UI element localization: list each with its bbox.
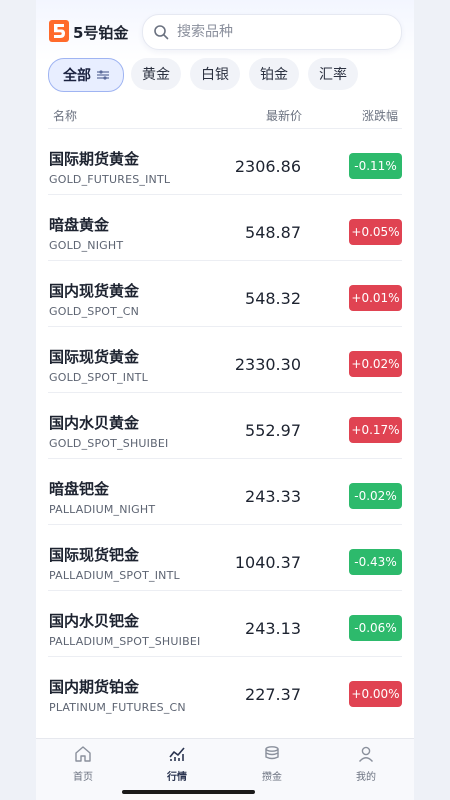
row-price: 227.37 xyxy=(245,685,301,704)
chip-exchange-rate[interactable]: 汇率 xyxy=(308,58,358,90)
row-code: GOLD_NIGHT xyxy=(49,239,124,252)
change-badge: -0.11% xyxy=(349,153,402,179)
change-badge: +0.00% xyxy=(349,681,402,707)
table-row[interactable]: 国际现货钯金 PALLADIUM_SPOT_INTL 1040.37 -0.43… xyxy=(48,524,402,591)
row-price: 548.32 xyxy=(245,289,301,308)
row-code: GOLD_SPOT_INTL xyxy=(49,371,148,384)
header-name: 名称 xyxy=(53,109,78,123)
change-badge: +0.01% xyxy=(349,285,402,311)
row-name: 国内水贝黄金 xyxy=(49,414,140,432)
tab-home[interactable]: 首页 xyxy=(43,745,123,789)
change-badge: +0.02% xyxy=(349,351,402,377)
table-row[interactable]: 国内水贝钯金 PALLADIUM_SPOT_SHUIBEI 243.13 -0.… xyxy=(48,590,402,657)
row-name: 国内现货黄金 xyxy=(49,282,140,300)
table-row[interactable]: 暗盘钯金 PALLADIUM_NIGHT 243.33 -0.02% xyxy=(48,458,402,525)
table-row[interactable]: 国内水贝黄金 GOLD_SPOT_SHUIBEI 552.97 +0.17% xyxy=(48,392,402,459)
brand-name: 5号铂金 xyxy=(73,24,129,42)
change-badge: -0.43% xyxy=(349,549,402,575)
brand-5-logo-icon xyxy=(49,20,69,42)
tab-label: 攒金 xyxy=(262,772,282,783)
top-bar: 5号铂金 xyxy=(36,0,414,62)
table-row[interactable]: 国内期货铂金 PLATINUM_FUTURES_CN 227.37 +0.00% xyxy=(48,656,402,723)
search-bar[interactable] xyxy=(142,14,402,50)
row-price: 552.97 xyxy=(245,421,301,440)
row-code: PALLADIUM_SPOT_SHUIBEI xyxy=(49,635,201,648)
header-change: 涨跌幅 xyxy=(361,109,398,123)
search-icon xyxy=(154,25,169,40)
tab-label: 首页 xyxy=(73,772,93,783)
row-price: 548.87 xyxy=(245,223,301,242)
tab-market[interactable]: 行情 xyxy=(137,745,217,789)
chip-label: 汇率 xyxy=(319,67,347,83)
tab-save-gold[interactable]: 攒金 xyxy=(232,745,312,789)
row-price: 1040.37 xyxy=(234,553,301,572)
home-icon xyxy=(75,746,91,762)
table-row[interactable]: 国际期货黄金 GOLD_FUTURES_INTL 2306.86 -0.11% xyxy=(48,128,402,195)
user-icon xyxy=(358,746,374,762)
chip-label: 全部 xyxy=(63,68,91,84)
row-price: 2330.30 xyxy=(234,355,301,374)
chip-label: 白银 xyxy=(201,67,229,83)
chip-gold[interactable]: 黄金 xyxy=(131,58,181,90)
row-name: 暗盘钯金 xyxy=(49,480,110,498)
home-indicator xyxy=(122,790,255,794)
category-chips: 全部 黄金 白银 铂金 汇率 xyxy=(36,58,414,92)
chip-label: 黄金 xyxy=(142,67,170,83)
chip-all[interactable]: 全部 xyxy=(48,58,124,92)
filter-icon xyxy=(97,70,109,80)
change-badge: +0.17% xyxy=(349,417,402,443)
row-code: GOLD_SPOT_SHUIBEI xyxy=(49,437,169,450)
tab-me[interactable]: 我的 xyxy=(326,745,406,789)
row-code: GOLD_FUTURES_INTL xyxy=(49,173,171,186)
row-name: 国际现货钯金 xyxy=(49,546,140,564)
change-badge: -0.02% xyxy=(349,483,402,509)
row-name: 国内期货铂金 xyxy=(49,678,140,696)
coins-icon xyxy=(265,746,279,760)
chip-label: 铂金 xyxy=(260,67,288,83)
table-header: 名称 最新价 涨跌幅 xyxy=(36,104,414,128)
chip-silver[interactable]: 白银 xyxy=(190,58,240,90)
row-code: PALLADIUM_SPOT_INTL xyxy=(49,569,180,582)
row-name: 国内水贝钯金 xyxy=(49,612,140,630)
table-row[interactable]: 国内现货黄金 GOLD_SPOT_CN 548.32 +0.01% xyxy=(48,260,402,327)
change-badge: +0.05% xyxy=(349,219,402,245)
row-price: 2306.86 xyxy=(234,157,301,176)
chart-icon xyxy=(169,747,185,761)
tab-label: 我的 xyxy=(356,772,376,783)
change-badge: -0.06% xyxy=(349,615,402,641)
chip-platinum[interactable]: 铂金 xyxy=(249,58,299,90)
header-price: 最新价 xyxy=(266,109,303,123)
search-input[interactable] xyxy=(175,23,379,41)
row-name: 国际现货黄金 xyxy=(49,348,140,366)
row-code: PLATINUM_FUTURES_CN xyxy=(49,701,186,714)
tab-label: 行情 xyxy=(167,772,187,783)
row-code: PALLADIUM_NIGHT xyxy=(49,503,156,516)
row-name: 国际期货黄金 xyxy=(49,150,140,168)
table-row[interactable]: 暗盘黄金 GOLD_NIGHT 548.87 +0.05% xyxy=(48,194,402,261)
row-name: 暗盘黄金 xyxy=(49,216,110,234)
row-price: 243.13 xyxy=(245,619,301,638)
app-screen: 5号铂金 全部 黄金 白银 铂金 xyxy=(36,0,414,800)
table-row[interactable]: 国际现货黄金 GOLD_SPOT_INTL 2330.30 +0.02% xyxy=(48,326,402,393)
row-price: 243.33 xyxy=(245,487,301,506)
row-code: GOLD_SPOT_CN xyxy=(49,305,140,318)
